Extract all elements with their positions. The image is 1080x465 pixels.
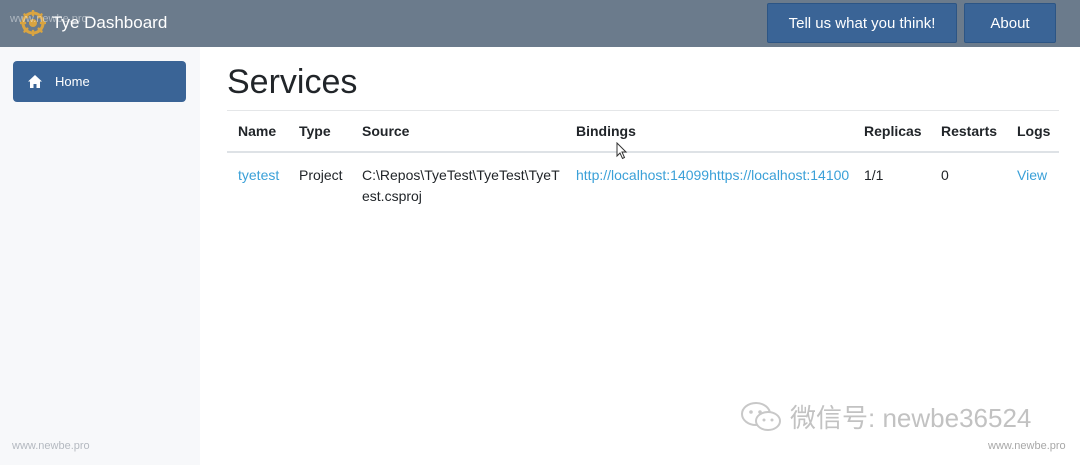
column-header-type: Type — [288, 111, 351, 153]
cell-replicas: 1/1 — [864, 167, 884, 183]
column-header-restarts: Restarts — [930, 111, 1006, 153]
column-header-replicas: Replicas — [853, 111, 930, 153]
cell-type: Project — [299, 167, 343, 183]
page-title: Services — [227, 63, 358, 101]
table-row: tyetest Project C:\Repos\TyeTest\TyeTest… — [227, 152, 1059, 214]
top-navbar: Tye Dashboard Tell us what you think! Ab… — [0, 0, 1080, 47]
cell-source: C:\Repos\TyeTest\TyeTest\TyeTest.csproj — [362, 167, 560, 204]
watermark-bottom-left: www.newbe.pro — [12, 440, 90, 452]
sidebar: Home www.newbe.pro — [0, 47, 200, 465]
wechat-icon — [740, 400, 782, 434]
about-button[interactable]: About — [964, 3, 1056, 43]
services-table: Name Type Source Bindings Replicas Resta… — [227, 111, 1059, 214]
table-header-row: Name Type Source Bindings Replicas Resta… — [227, 111, 1059, 153]
wechat-id-text: 微信号: newbe36524 — [790, 403, 1032, 433]
feedback-button[interactable]: Tell us what you think! — [767, 3, 957, 43]
cell-restarts: 0 — [941, 167, 949, 183]
binding-link-http[interactable]: http://localhost:14099 — [576, 167, 709, 183]
wechat-watermark: 微信号: newbe36524 — [740, 398, 1031, 435]
watermark-top-left: www.newbe.pro — [10, 13, 88, 25]
column-header-logs: Logs — [1006, 111, 1059, 153]
sidebar-item-home[interactable]: Home — [13, 61, 186, 102]
sidebar-item-label: Home — [55, 74, 90, 89]
mouse-pointer-icon — [616, 141, 628, 160]
binding-link-https[interactable]: https://localhost:14100 — [709, 167, 849, 183]
column-header-name: Name — [227, 111, 288, 153]
home-icon — [28, 75, 42, 88]
column-header-bindings: Bindings — [565, 111, 853, 153]
cell-name: tyetest — [227, 152, 288, 214]
service-name-link[interactable]: tyetest — [238, 167, 279, 183]
column-header-source: Source — [351, 111, 565, 153]
cell-bindings: http://localhost:14099https://localhost:… — [565, 152, 853, 214]
view-logs-link[interactable]: View — [1017, 167, 1047, 183]
cell-logs: View — [1006, 152, 1059, 214]
watermark-bottom-right: www.newbe.pro — [988, 440, 1066, 452]
